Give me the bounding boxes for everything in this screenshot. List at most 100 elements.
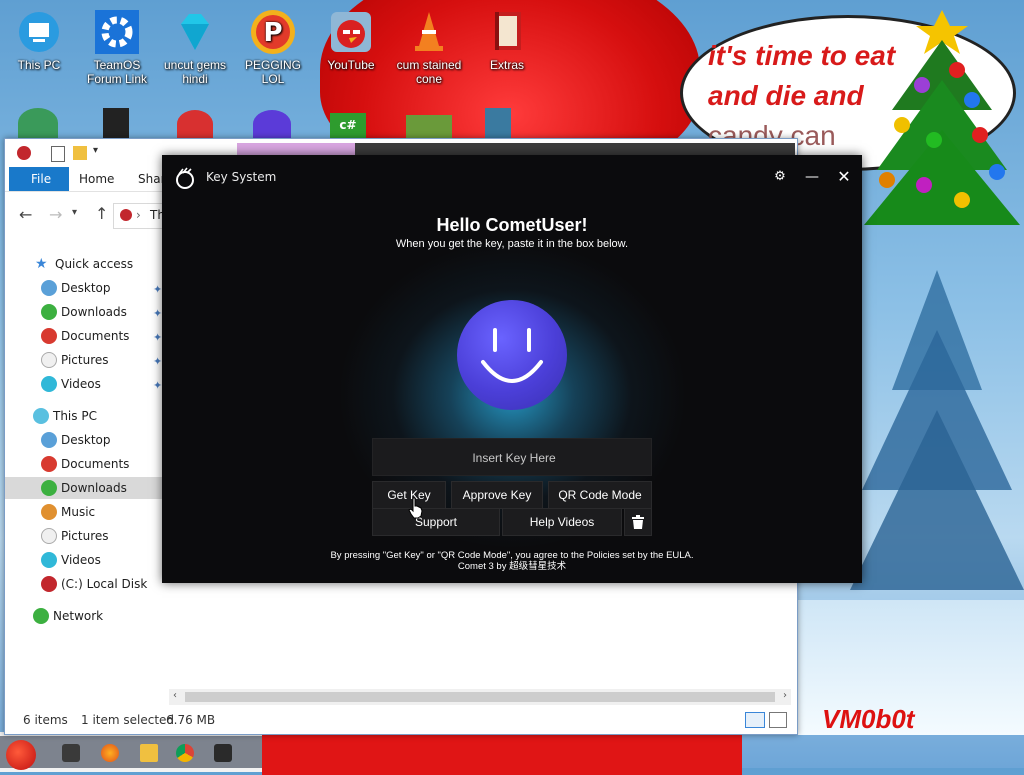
status-bar: 6 items 1 item selected 6.76 MB <box>5 706 797 734</box>
desktop-icon-cone[interactable]: cum stained cone <box>392 8 466 86</box>
trash-button[interactable] <box>624 508 652 536</box>
new-folder-icon[interactable] <box>73 146 87 160</box>
gear-icon <box>93 8 141 56</box>
key-input[interactable] <box>373 439 655 477</box>
start-button-icon[interactable] <box>6 740 36 770</box>
nav-quick-desktop[interactable]: Desktop <box>41 277 111 299</box>
ornament-icon <box>41 432 57 448</box>
disk-icon <box>41 576 57 592</box>
qr-code-mode-button[interactable]: QR Code Mode <box>548 481 652 509</box>
eula-notice: By pressing "Get Key" or "QR Code Mode",… <box>162 550 862 572</box>
nav-pc-pictures[interactable]: Pictures <box>41 525 109 547</box>
nav-pc-downloads[interactable]: Downloads <box>5 477 163 499</box>
book-icon <box>483 8 531 56</box>
ornament-icon <box>41 328 57 344</box>
greeting-heading: Hello CometUser! <box>436 215 588 235</box>
star-icon: ★ <box>35 256 48 272</box>
nav-pc-documents[interactable]: Documents <box>41 453 129 475</box>
ornament-icon <box>41 552 57 568</box>
nav-network[interactable]: Network <box>33 605 103 627</box>
status-size: 6.76 MB <box>166 713 216 727</box>
scrollbar-thumb[interactable] <box>185 692 775 702</box>
nav-pc-videos[interactable]: Videos <box>41 549 101 571</box>
nav-quick-documents[interactable]: Documents <box>41 325 129 347</box>
desktop-icon-hxd-partial[interactable] <box>406 115 452 138</box>
support-button[interactable]: Support <box>372 508 500 536</box>
taskbar-app-icon[interactable] <box>214 744 232 762</box>
desktop-icon-youtube[interactable]: YouTube <box>314 8 388 72</box>
taskbar <box>0 736 262 770</box>
settings-gear-icon[interactable]: ⚙ <box>768 165 792 189</box>
nav-pc-music[interactable]: Music <box>41 501 95 523</box>
ornament-icon <box>41 304 57 320</box>
nav-quick-videos[interactable]: Videos <box>41 373 101 395</box>
christmas-tree-icon <box>864 10 1020 225</box>
back-arrow-icon[interactable]: ← <box>19 205 32 224</box>
p-logo-icon: P <box>249 8 297 56</box>
details-view-icon[interactable] <box>745 712 765 728</box>
smiley-face-icon <box>457 300 567 410</box>
desktop-icon-python-partial[interactable] <box>485 108 511 138</box>
ornament-icon <box>41 280 57 296</box>
tab-home[interactable]: Home <box>79 167 114 191</box>
this-pc-icon <box>33 408 49 424</box>
desktop-icon-csharp-partial[interactable]: c# <box>330 113 366 138</box>
desktop-icon-dark-partial[interactable] <box>103 108 129 138</box>
nav-pc-desktop[interactable]: Desktop <box>41 429 111 451</box>
credit-line: Comet 3 by 超级彗星技术 <box>457 561 567 572</box>
firefox-icon[interactable] <box>101 744 119 762</box>
desktop-icon-teamos[interactable]: TeamOS Forum Link <box>80 8 154 86</box>
desktop-icon-this-pc[interactable]: This PC <box>2 8 76 72</box>
navigation-pane: ★ Quick access Desktop ✦ Downloads ✦ Doc… <box>5 239 163 709</box>
ornament-icon <box>41 376 57 392</box>
nav-quick-pictures[interactable]: Pictures <box>41 349 109 371</box>
close-icon[interactable]: ✕ <box>832 165 856 189</box>
window-title: Key System <box>206 170 277 184</box>
nav-pc-local-disk[interactable]: (C:) Local Disk <box>41 573 147 595</box>
eula-line: By pressing "Get Key" or "QR Code Mode",… <box>330 550 694 561</box>
scroll-left-icon[interactable]: ‹ <box>173 690 177 701</box>
desktop-icon-recycle-partial[interactable] <box>18 108 58 138</box>
horizontal-scrollbar[interactable]: ‹ › <box>169 689 791 705</box>
minimize-icon[interactable]: — <box>800 165 824 189</box>
this-pc-icon <box>15 8 63 56</box>
file-explorer-taskbar-icon[interactable] <box>140 744 158 762</box>
hand-cursor-icon <box>408 497 423 519</box>
status-selected: 1 item selected <box>81 713 175 727</box>
comet-logo-icon <box>176 167 194 189</box>
network-icon <box>33 608 49 624</box>
large-icons-view-icon[interactable] <box>769 712 787 728</box>
ornament-icon <box>41 528 57 544</box>
wallpaper-signature: VM0b0t <box>822 704 915 734</box>
wallpaper-blue-tree <box>850 270 1024 590</box>
tab-file[interactable]: File <box>9 167 69 191</box>
nav-quick-access[interactable]: ★ Quick access <box>35 253 133 275</box>
diamond-icon <box>171 8 219 56</box>
qat-dropdown-icon[interactable]: ▾ <box>93 145 98 156</box>
desktop-icon-extras[interactable]: Extras <box>470 8 544 72</box>
key-input-box[interactable] <box>372 438 655 477</box>
nav-quick-downloads[interactable]: Downloads <box>41 301 127 323</box>
location-icon <box>120 209 132 221</box>
up-arrow-icon[interactable]: ↑ <box>95 204 108 223</box>
desktop-icon-red-partial[interactable] <box>177 110 213 138</box>
ornament-icon <box>41 504 57 520</box>
desktop-icon-pegging[interactable]: P PEGGING LOL <box>236 8 310 86</box>
properties-icon[interactable] <box>51 146 65 162</box>
task-view-icon[interactable] <box>62 744 80 762</box>
key-system-window: Key System ⚙ — ✕ Hello CometUser! When y… <box>162 155 862 583</box>
help-videos-button[interactable]: Help Videos <box>502 508 622 536</box>
desktop-icon-orb-partial[interactable] <box>253 110 291 138</box>
approve-key-button[interactable]: Approve Key <box>451 481 543 509</box>
desktop-icon-uncut-gems[interactable]: uncut gems hindi <box>158 8 232 86</box>
nav-this-pc[interactable]: This PC <box>33 405 97 427</box>
forward-arrow-icon[interactable]: → <box>49 205 62 224</box>
ornament-icon <box>41 480 57 496</box>
trash-icon <box>632 515 644 529</box>
chrome-icon[interactable] <box>176 744 194 762</box>
wallpaper-hat-bottom <box>262 735 742 775</box>
traffic-cone-icon <box>405 8 453 56</box>
recent-dropdown-icon[interactable]: ▾ <box>72 207 77 218</box>
scroll-right-icon[interactable]: › <box>783 690 787 701</box>
svg-text:P: P <box>263 18 282 48</box>
